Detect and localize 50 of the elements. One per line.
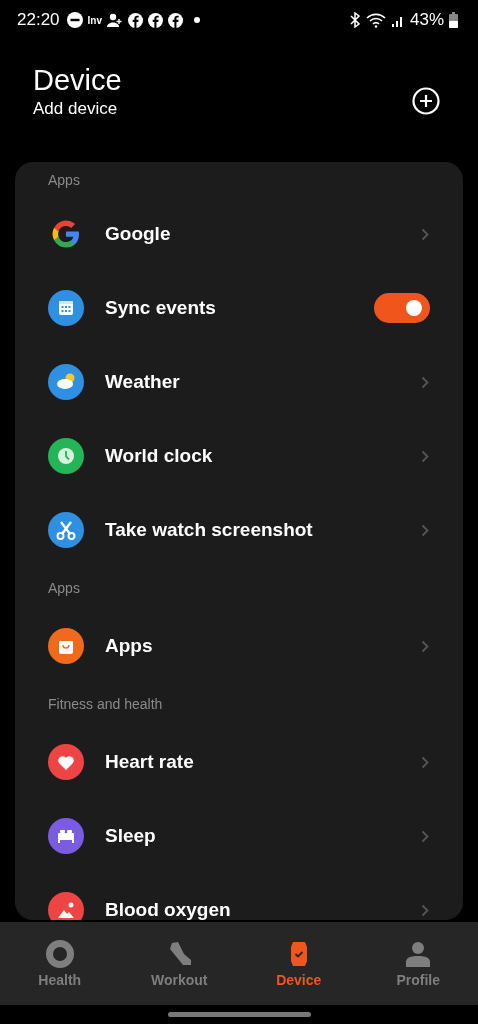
nav-tab[interactable]: Workout — [119, 922, 239, 1005]
row-label: Sync events — [105, 297, 217, 319]
section-label: Apps — [47, 579, 80, 596]
settings-row[interactable]: World clock — [15, 419, 463, 493]
chevron-icon — [421, 227, 429, 241]
nav-tab[interactable]: Health — [0, 922, 120, 1005]
facebook-icon — [148, 12, 163, 28]
wifi-icon — [365, 12, 386, 28]
add-button[interactable] — [412, 87, 440, 115]
ring-icon — [44, 939, 75, 969]
add-device-link[interactable]: Add device — [33, 99, 118, 119]
row-label: Apps — [105, 635, 154, 657]
settings-row[interactable]: Blood oxygen — [15, 873, 463, 920]
facebook-icon — [128, 12, 143, 28]
page-title: Device — [33, 63, 122, 97]
settings-row[interactable]: Take watch screenshot — [15, 493, 463, 567]
chevron-icon — [421, 829, 429, 843]
do-not-disturb-icon — [66, 12, 83, 28]
nav-tab[interactable]: Profile — [358, 922, 478, 1005]
settings-row[interactable]: Weather — [15, 345, 463, 419]
chevron-icon — [421, 523, 429, 537]
chevron-icon — [421, 755, 429, 769]
row-label: Weather — [105, 371, 181, 393]
chevron-icon — [421, 375, 429, 389]
section-label: Apps — [47, 171, 80, 188]
row-label: Sleep — [105, 825, 157, 847]
settings-row[interactable]: Google — [15, 197, 463, 271]
bluetooth-icon — [348, 12, 361, 28]
settings-row[interactable]: Apps — [15, 609, 463, 683]
toggle-switch[interactable] — [374, 293, 430, 323]
status-time: 22:20 — [17, 10, 60, 30]
row-label: Google — [105, 223, 172, 245]
section-label: Fitness and health — [47, 695, 163, 712]
row-label: World clock — [105, 445, 214, 467]
row-label: Blood oxygen — [105, 899, 232, 920]
settings-row[interactable]: Heart rate — [15, 725, 463, 799]
battery-percent: 43% — [409, 10, 444, 30]
row-label: Heart rate — [105, 751, 195, 773]
facebook-icon — [168, 12, 183, 28]
row-label: Take watch screenshot — [105, 519, 314, 541]
chevron-icon — [421, 639, 429, 653]
settings-row[interactable]: Sync events — [15, 271, 463, 345]
nav-tab[interactable]: Device — [239, 922, 359, 1005]
notification-text: Inv — [87, 14, 102, 26]
dot-icon — [194, 17, 200, 23]
person-add-icon — [107, 12, 123, 28]
chevron-icon — [421, 903, 429, 917]
battery-icon — [449, 12, 458, 28]
settings-row[interactable]: Sleep — [15, 799, 463, 873]
chevron-icon — [421, 449, 429, 463]
